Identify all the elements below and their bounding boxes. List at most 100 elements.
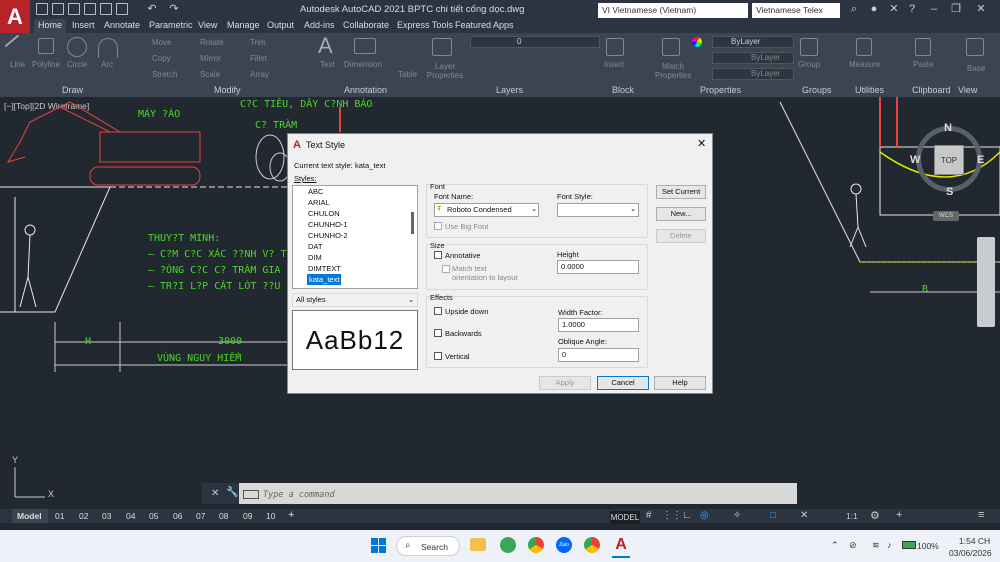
volume-icon[interactable]: ♪ — [887, 540, 892, 550]
print-icon[interactable] — [100, 3, 112, 15]
clock-date[interactable]: 03/06/2026 — [949, 548, 992, 558]
tab-featured-apps[interactable]: Featured Apps — [455, 20, 514, 30]
add-layout-icon[interactable]: + — [288, 509, 294, 521]
tab-layout-08[interactable]: 08 — [219, 511, 228, 521]
style-item[interactable]: CHULON — [308, 209, 340, 218]
circle-tool-label[interactable]: Circle — [67, 60, 87, 69]
close-command-icon[interactable]: ✕ — [211, 488, 219, 499]
layer-properties-label[interactable]: Layer Properties — [425, 62, 465, 80]
tray-chevron-icon[interactable]: ⌃ — [831, 540, 839, 551]
app-icon-green[interactable] — [500, 537, 516, 553]
wcs-menu[interactable]: WCS — [933, 211, 959, 221]
style-item[interactable]: CHUNHO-1 — [308, 220, 348, 229]
open-file-icon[interactable] — [52, 3, 64, 15]
help-button[interactable]: Help — [654, 376, 706, 390]
new-style-button[interactable]: New... — [656, 207, 706, 221]
customize-icon[interactable]: 🔧 — [226, 487, 238, 498]
style-item[interactable]: DIMTEXT — [308, 264, 341, 273]
backwards-checkbox[interactable] — [434, 329, 442, 337]
rotate-tool[interactable]: Rotate — [200, 38, 224, 47]
delete-style-button[interactable]: Delete — [656, 229, 706, 243]
snap-icon[interactable]: ⋮⋮ — [662, 510, 682, 521]
group-tool-label[interactable]: Group — [798, 60, 820, 69]
minimize-icon[interactable]: – — [928, 3, 940, 15]
style-item-selected[interactable]: kata_text — [307, 274, 342, 285]
tab-home[interactable]: Home — [38, 20, 62, 30]
use-big-font-checkbox[interactable] — [434, 222, 442, 230]
vertical-checkbox[interactable] — [434, 352, 442, 360]
viewcube-north[interactable]: N — [944, 122, 952, 134]
panel-block-label[interactable]: Block — [612, 85, 634, 95]
panel-draw-label[interactable]: Draw — [62, 85, 83, 95]
tab-view[interactable]: View — [198, 20, 217, 30]
tab-parametric[interactable]: Parametric — [149, 20, 193, 30]
polyline-tool-label[interactable]: Polyline — [32, 60, 60, 69]
lineweight-dropdown[interactable]: ByLayer — [712, 68, 794, 80]
tab-layout-09[interactable]: 09 — [243, 511, 252, 521]
height-input[interactable]: 0.0000 — [557, 260, 639, 274]
width-factor-input[interactable]: 1.0000 — [558, 318, 639, 332]
help-icon[interactable]: ? — [906, 3, 918, 15]
tab-layout-05[interactable]: 05 — [149, 511, 158, 521]
style-item[interactable]: ABC — [308, 187, 323, 196]
paste-tool-label[interactable]: Paste — [913, 60, 933, 69]
tab-layout-01[interactable]: 01 — [55, 511, 64, 521]
text-tool-icon[interactable]: A — [318, 33, 333, 59]
customization-icon[interactable]: ≡ — [978, 509, 984, 521]
tab-output[interactable]: Output — [267, 20, 294, 30]
network-icon[interactable]: ⊘ — [849, 540, 857, 551]
dimension-icon[interactable] — [354, 38, 376, 54]
model-space-button[interactable]: MODEL — [610, 511, 640, 524]
undo-icon[interactable]: ↶ — [146, 3, 158, 15]
match-properties-label[interactable]: Match Properties — [655, 62, 691, 80]
style-item[interactable]: CHUNHO-2 — [308, 231, 348, 240]
upside-down-checkbox[interactable] — [434, 307, 442, 315]
viewcube-top[interactable]: TOP — [934, 145, 964, 175]
insert-tool-label[interactable]: Insert — [604, 60, 624, 69]
scale-tool[interactable]: Scale — [200, 70, 220, 79]
tab-layout-10[interactable]: 10 — [266, 511, 275, 521]
autocad-taskbar-icon[interactable]: A — [612, 536, 630, 554]
color-dropdown[interactable]: ByLayer — [712, 36, 794, 48]
text-tool-label[interactable]: Text — [320, 60, 335, 69]
layer-dropdown[interactable]: 0 — [470, 36, 600, 48]
panel-annotation-label[interactable]: Annotation — [344, 85, 387, 95]
panel-properties-label[interactable]: Properties — [700, 85, 741, 95]
autocad-logo[interactable]: A — [0, 0, 30, 33]
style-item[interactable]: ARIAL — [308, 198, 330, 207]
polar-icon[interactable]: ◎ — [700, 510, 709, 521]
restore-icon[interactable]: ❐ — [950, 3, 962, 15]
circle-icon[interactable] — [67, 37, 87, 57]
navigation-bar[interactable] — [977, 237, 995, 327]
command-history-icon[interactable] — [243, 490, 259, 499]
insert-icon[interactable] — [606, 38, 624, 56]
save-as-icon[interactable] — [84, 3, 96, 15]
move-tool[interactable]: Move — [152, 38, 172, 47]
plot-icon[interactable] — [116, 3, 128, 15]
linetype-dropdown[interactable]: ByLayer — [712, 52, 794, 64]
dialog-close-icon[interactable]: ✕ — [697, 137, 706, 150]
trim-tool[interactable]: Trim — [250, 38, 266, 47]
style-filter-dropdown[interactable]: All styles — [292, 293, 418, 307]
tab-layout-07[interactable]: 07 — [196, 511, 205, 521]
panel-clipboard-label[interactable]: Clipboard — [912, 85, 951, 95]
set-current-button[interactable]: Set Current — [656, 185, 706, 199]
style-item[interactable]: DAT — [308, 242, 322, 251]
wifi-icon[interactable]: ≋ — [872, 540, 880, 551]
redo-icon[interactable]: ↷ — [168, 3, 180, 15]
panel-layers-label[interactable]: Layers — [496, 85, 523, 95]
stretch-tool[interactable]: Stretch — [152, 70, 177, 79]
file-explorer-icon[interactable] — [470, 538, 486, 551]
ime-mode-box[interactable]: Vietnamese Telex — [752, 3, 840, 18]
tab-express-tools[interactable]: Express Tools — [397, 20, 453, 30]
panel-groups-label[interactable]: Groups — [802, 85, 832, 95]
tab-layout-06[interactable]: 06 — [173, 511, 182, 521]
styles-scrollbar[interactable] — [411, 212, 414, 234]
workspace-gear-icon[interactable]: ⚙ — [870, 509, 880, 522]
fillet-tool[interactable]: Fillet — [250, 54, 267, 63]
ortho-icon[interactable]: ∟ — [682, 510, 692, 521]
annotation-monitor-icon[interactable]: + — [896, 509, 902, 521]
isodraft-icon[interactable]: ✧ — [733, 510, 741, 521]
mirror-tool[interactable]: Mirror — [200, 54, 221, 63]
paste-icon[interactable] — [915, 38, 931, 56]
